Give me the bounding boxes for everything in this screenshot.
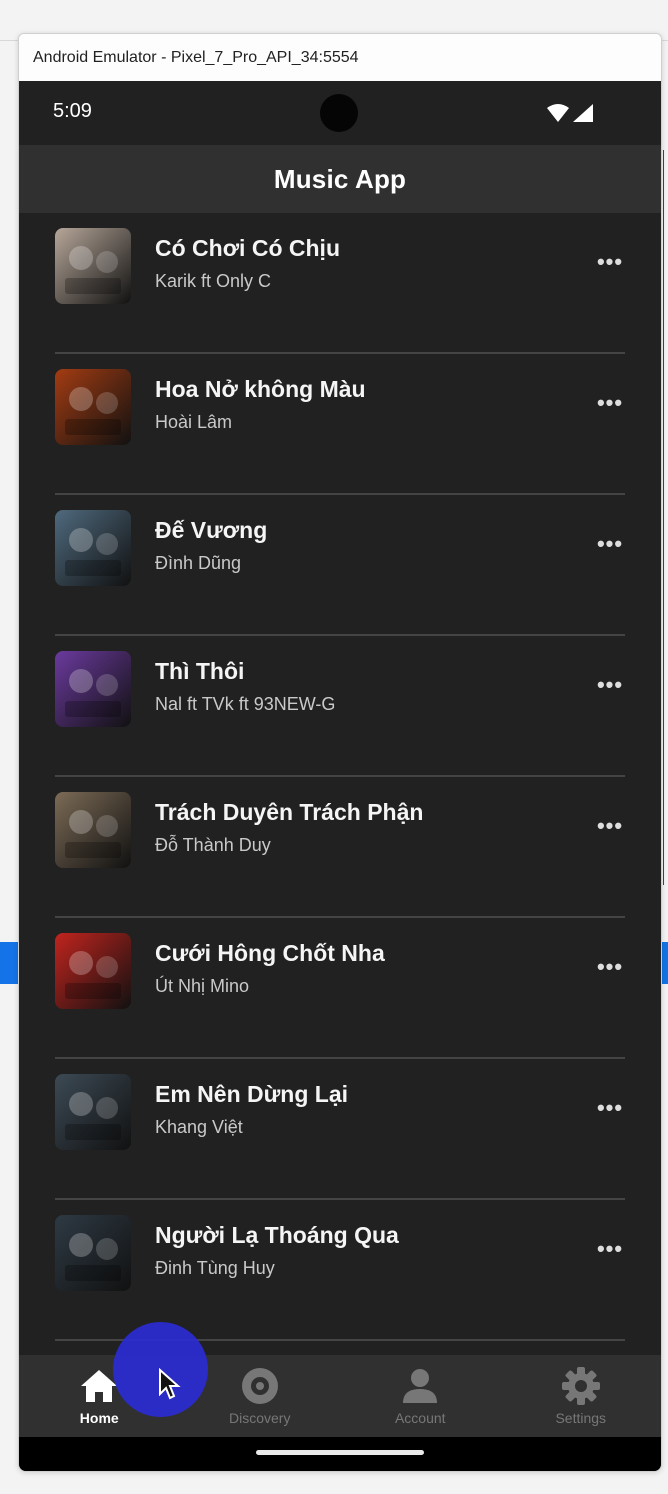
gesture-area xyxy=(19,1437,661,1471)
more-options-icon[interactable]: ••• xyxy=(595,952,625,982)
song-list-item[interactable]: Cưới Hông Chốt Nha Út Nhị Mino ••• xyxy=(55,918,625,1059)
album-art-thumbnail xyxy=(55,228,131,304)
nav-label: Settings xyxy=(555,1410,607,1426)
nav-label: Account xyxy=(394,1410,446,1426)
album-art-thumbnail xyxy=(55,933,131,1009)
album-art-thumbnail xyxy=(55,792,131,868)
song-list-item[interactable]: Trách Duyên Trách Phận Đỗ Thành Duy ••• xyxy=(55,777,625,918)
status-time: 5:09 xyxy=(53,100,92,122)
more-options-icon[interactable]: ••• xyxy=(595,670,625,700)
app-title: Music App xyxy=(273,163,407,194)
status-bar: 5:09 xyxy=(19,81,661,145)
song-artist: Hoài Lâm xyxy=(155,412,233,432)
gesture-handle[interactable] xyxy=(256,1450,424,1455)
more-options-icon[interactable]: ••• xyxy=(595,1234,625,1264)
song-artist: Đỗ Thành Duy xyxy=(155,835,271,855)
person-icon xyxy=(403,1369,438,1403)
host-blue-strip xyxy=(0,942,18,984)
album-art-thumbnail xyxy=(55,510,131,586)
signal-wifi-icon xyxy=(547,104,593,122)
nav-account[interactable]: Account xyxy=(340,1355,501,1437)
nav-settings[interactable]: Settings xyxy=(501,1355,662,1437)
song-artist: Karik ft Only C xyxy=(155,271,272,291)
more-options-icon[interactable]: ••• xyxy=(595,1093,625,1123)
album-art-thumbnail xyxy=(55,1074,131,1150)
song-list-item[interactable]: Có Chơi Có Chịu Karik ft Only C ••• xyxy=(55,213,625,354)
cursor-icon xyxy=(159,1368,181,1400)
song-title: Em Nên Dừng Lại xyxy=(155,1081,349,1107)
song-title: Cưới Hông Chốt Nha xyxy=(155,940,385,966)
app-bar: Music App xyxy=(19,145,661,213)
song-title: Trách Duyên Trách Phận xyxy=(155,799,424,825)
more-options-icon[interactable]: ••• xyxy=(595,811,625,841)
nav-label: Discovery xyxy=(229,1410,291,1426)
song-artist: Đình Dũng xyxy=(155,553,242,573)
album-art-thumbnail xyxy=(55,1215,131,1291)
camera-cutout xyxy=(320,94,358,132)
nav-label: Home xyxy=(79,1410,119,1426)
more-options-icon[interactable]: ••• xyxy=(595,388,625,418)
song-list-item[interactable]: Người Lạ Thoáng Qua Đinh Tùng Huy ••• xyxy=(55,1200,625,1341)
host-rule xyxy=(663,150,664,885)
song-title: Có Chơi Có Chịu xyxy=(155,235,340,261)
song-artist: Khang Việt xyxy=(155,1117,243,1137)
song-title: Hoa Nở không Màu xyxy=(155,376,366,402)
song-list-item[interactable]: Em Nên Dừng Lại Khang Việt ••• xyxy=(55,1059,625,1200)
song-title: Đế Vương xyxy=(155,517,268,543)
song-list-item[interactable]: Đế Vương Đình Dũng ••• xyxy=(55,495,625,636)
song-title: Người Lạ Thoáng Qua xyxy=(155,1222,399,1248)
album-art-thumbnail xyxy=(55,651,131,727)
song-title: Thì Thôi xyxy=(155,658,245,684)
album-art-thumbnail xyxy=(55,369,131,445)
song-list-item[interactable]: Thì Thôi Nal ft TVk ft 93NEW-G ••• xyxy=(55,636,625,777)
phone-screen: 5:09 Music App Có Chơi Có Chịu Karik ft O… xyxy=(19,81,661,1471)
song-artist: Đinh Tùng Huy xyxy=(155,1258,275,1278)
emulator-window: Android Emulator - Pixel_7_Pro_API_34:55… xyxy=(18,33,662,1472)
disc-icon xyxy=(241,1368,278,1404)
song-artist: Út Nhị Mino xyxy=(155,976,250,996)
song-list-item[interactable]: Hoa Nở không Màu Hoài Lâm ••• xyxy=(55,354,625,495)
window-title: Android Emulator - Pixel_7_Pro_API_34:55… xyxy=(19,34,661,81)
more-options-icon[interactable]: ••• xyxy=(595,529,625,559)
gear-icon xyxy=(561,1367,600,1405)
more-options-icon[interactable]: ••• xyxy=(595,247,625,277)
song-list[interactable]: Có Chơi Có Chịu Karik ft Only C ••• Hoa Nở … xyxy=(19,213,661,1355)
song-artist: Nal ft TVk ft 93NEW-G xyxy=(155,694,336,714)
